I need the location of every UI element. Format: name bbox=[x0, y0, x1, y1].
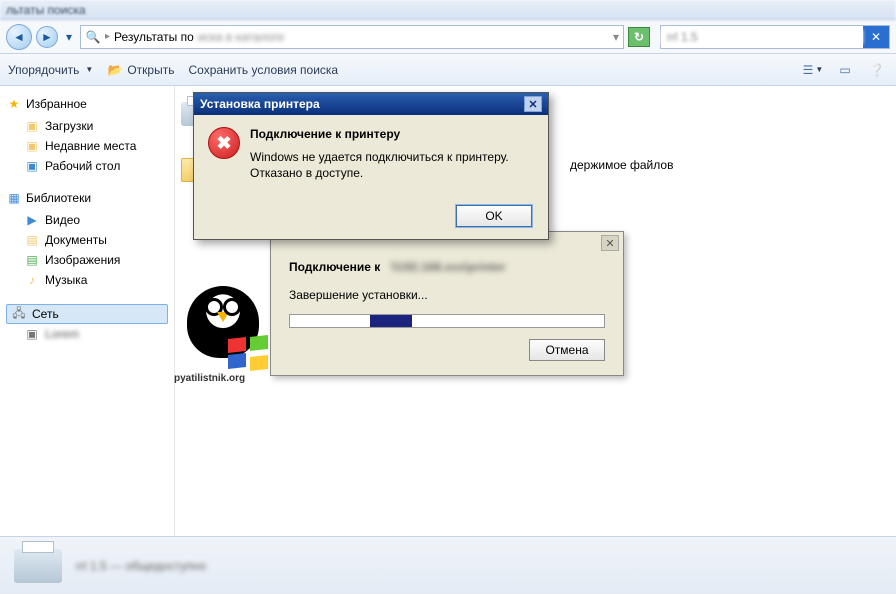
progress-bar bbox=[289, 314, 605, 328]
search-folder-icon: 🔍 bbox=[85, 29, 101, 45]
sidebar-item-desktop[interactable]: ▣Рабочий стол bbox=[6, 156, 168, 176]
address-text: Результаты по bbox=[114, 30, 194, 44]
network-icon: 🖧 bbox=[11, 306, 27, 322]
details-printer-icon bbox=[14, 549, 62, 583]
help-button[interactable]: ❔ bbox=[866, 60, 888, 80]
error-message-line2: Отказано в доступе. bbox=[250, 165, 509, 181]
sidebar-item-video[interactable]: ▶Видео bbox=[6, 210, 168, 230]
content-hint-text: держимое файлов bbox=[570, 158, 673, 172]
favorites-group[interactable]: ★ Избранное bbox=[6, 96, 168, 112]
error-dialog-titlebar[interactable]: Установка принтера ✕ bbox=[194, 93, 548, 115]
pictures-icon: ▤ bbox=[24, 252, 40, 268]
folder-open-icon: 📂 bbox=[107, 62, 123, 78]
preview-pane-button[interactable]: ▭ bbox=[834, 60, 856, 80]
view-options-button[interactable]: ☰▼ bbox=[802, 60, 824, 80]
address-trail-blur: иска в каталоге bbox=[198, 30, 285, 44]
nav-bar: ◄ ► ▾ 🔍 ▸ Результаты по иска в каталоге … bbox=[0, 20, 896, 54]
recent-icon: ▣ bbox=[24, 138, 40, 154]
folder-icon: ▣ bbox=[24, 118, 40, 134]
error-close-button[interactable]: ✕ bbox=[524, 96, 542, 112]
progress-status-text: Завершение установки... bbox=[289, 288, 428, 302]
search-button[interactable]: ✕ bbox=[863, 26, 889, 48]
window-titlebar: льтаты поиска bbox=[0, 0, 896, 20]
windows-flag-icon bbox=[228, 336, 268, 370]
progress-title-target: \\192.168.xxx\printer bbox=[391, 260, 506, 274]
libraries-group[interactable]: ▦ Библиотеки bbox=[6, 190, 168, 206]
sidebar-item-network-child[interactable]: ▣Lorem bbox=[6, 324, 168, 344]
progress-close-button[interactable]: ✕ bbox=[601, 235, 619, 251]
address-chevron-icon[interactable]: ▾ bbox=[613, 30, 619, 44]
sidebar-item-downloads[interactable]: ▣Загрузки bbox=[6, 116, 168, 136]
desktop-icon: ▣ bbox=[24, 158, 40, 174]
chevron-down-icon: ▼ bbox=[85, 65, 93, 74]
computer-icon: ▣ bbox=[24, 326, 40, 342]
progress-dialog: ✕ Подключение к \\192.168.xxx\printer За… bbox=[270, 231, 624, 376]
window-title: льтаты поиска bbox=[6, 3, 86, 17]
search-box[interactable]: ✕ bbox=[660, 25, 890, 49]
organize-button[interactable]: Упорядочить▼ bbox=[8, 63, 93, 77]
documents-icon: ▤ bbox=[24, 232, 40, 248]
progress-fill bbox=[370, 315, 412, 327]
nav-back-button[interactable]: ◄ bbox=[6, 24, 32, 50]
watermark-logo: pyatilistnik.org bbox=[178, 286, 268, 376]
progress-title-prefix: Подключение к bbox=[289, 260, 380, 274]
details-text-blur: rrl 1.5 — общедоступно bbox=[76, 559, 206, 573]
search-input[interactable] bbox=[661, 30, 863, 44]
content-area: Пов держимое файлов pyatilistnik.org ✕ П… bbox=[175, 86, 896, 536]
sidebar-item-pictures[interactable]: ▤Изображения bbox=[6, 250, 168, 270]
breadcrumb-chevron-icon: ▸ bbox=[105, 31, 110, 42]
details-pane: rrl 1.5 — общедоступно bbox=[0, 536, 896, 594]
save-search-button[interactable]: Сохранить условия поиска bbox=[188, 63, 338, 77]
libraries-icon: ▦ bbox=[6, 190, 22, 206]
address-bar[interactable]: 🔍 ▸ Результаты по иска в каталоге ▾ bbox=[80, 25, 624, 49]
music-icon: ♪ bbox=[24, 272, 40, 288]
command-bar: Упорядочить▼ 📂 Открыть Сохранить условия… bbox=[0, 54, 896, 86]
nav-history-dropdown[interactable]: ▾ bbox=[62, 30, 76, 44]
error-dialog-title: Установка принтера bbox=[200, 97, 524, 111]
nav-forward-button[interactable]: ► bbox=[36, 26, 58, 48]
refresh-button[interactable]: ↻ bbox=[628, 27, 650, 47]
error-message-line1: Windows не удается подключиться к принте… bbox=[250, 149, 509, 165]
open-button[interactable]: 📂 Открыть bbox=[107, 62, 174, 78]
sidebar-item-music[interactable]: ♪Музыка bbox=[6, 270, 168, 290]
error-heading: Подключение к принтеру bbox=[250, 127, 509, 141]
video-icon: ▶ bbox=[24, 212, 40, 228]
cancel-button[interactable]: Отмена bbox=[529, 339, 605, 361]
error-icon: ✖ bbox=[208, 127, 240, 159]
sidebar-item-documents[interactable]: ▤Документы bbox=[6, 230, 168, 250]
sidebar-item-recent[interactable]: ▣Недавние места bbox=[6, 136, 168, 156]
error-dialog: Установка принтера ✕ ✖ Подключение к при… bbox=[193, 92, 549, 240]
star-icon: ★ bbox=[6, 96, 22, 112]
ok-button[interactable]: OK bbox=[456, 205, 532, 227]
sidebar-item-network[interactable]: 🖧 Сеть bbox=[6, 304, 168, 324]
navigation-pane: ★ Избранное ▣Загрузки ▣Недавние места ▣Р… bbox=[0, 86, 175, 536]
watermark-text: pyatilistnik.org bbox=[174, 373, 245, 384]
